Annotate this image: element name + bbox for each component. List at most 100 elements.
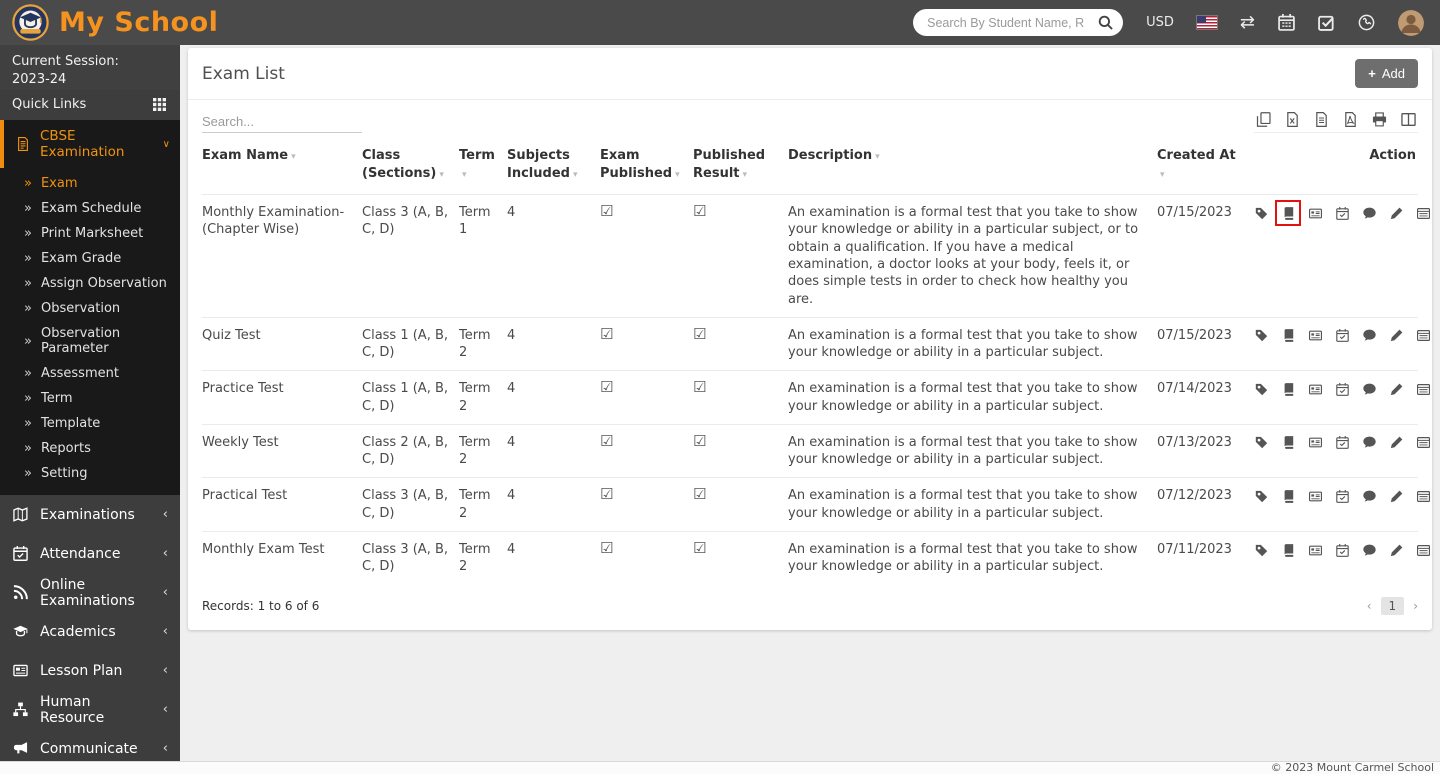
brand[interactable]: My School	[0, 4, 218, 41]
sort-icon[interactable]: ▾	[875, 152, 880, 162]
calendar-check-action-button[interactable]	[1333, 434, 1351, 452]
submenu-item[interactable]: » Observation	[0, 296, 180, 321]
sort-icon[interactable]: ▾	[439, 170, 444, 180]
sort-icon[interactable]: ▾	[573, 170, 578, 180]
table-action-button[interactable]	[1415, 434, 1433, 452]
tag-action-button[interactable]	[1252, 204, 1270, 222]
swap-arrows-icon[interactable]: ⇄	[1240, 14, 1255, 32]
page-title: Exam List	[202, 64, 285, 84]
id-card-action-button[interactable]	[1306, 541, 1324, 559]
table-action-button[interactable]	[1415, 327, 1433, 345]
edit-action-button[interactable]	[1388, 380, 1406, 398]
sidebar-item-communicate[interactable]: Communicate ‹	[0, 729, 180, 761]
comment-action-button[interactable]	[1361, 327, 1379, 345]
table-search-input[interactable]	[202, 111, 362, 133]
cell-class-sections: Class 1 (A, B, C, D)	[362, 371, 459, 425]
global-search-input[interactable]	[927, 16, 1098, 30]
columns-icon[interactable]	[1401, 112, 1416, 127]
file-pdf-icon[interactable]	[1343, 112, 1358, 127]
tag-action-button[interactable]	[1252, 380, 1270, 398]
tag-action-button[interactable]	[1252, 327, 1270, 345]
sidebar-item-examinations[interactable]: Examinations ‹	[0, 495, 180, 534]
sort-icon[interactable]: ▾	[743, 170, 748, 180]
add-button[interactable]: + Add	[1355, 59, 1418, 88]
calendar-check-icon	[1336, 207, 1349, 220]
calendar-check-action-button[interactable]	[1333, 380, 1351, 398]
edit-action-button[interactable]	[1388, 327, 1406, 345]
edit-action-button[interactable]	[1388, 541, 1406, 559]
edit-action-button[interactable]	[1388, 204, 1406, 222]
sort-icon[interactable]: ▾	[1160, 170, 1165, 180]
copy-icon[interactable]	[1256, 112, 1271, 127]
table-action-button[interactable]	[1415, 541, 1433, 559]
sidebar-item-academics[interactable]: Academics ‹	[0, 612, 180, 651]
submenu-item[interactable]: » Exam Schedule	[0, 196, 180, 221]
search-icon[interactable]	[1098, 15, 1113, 30]
currency-selector[interactable]: USD	[1146, 15, 1174, 30]
tag-action-button[interactable]	[1252, 434, 1270, 452]
quick-links[interactable]: Quick Links	[0, 90, 180, 120]
submenu-item[interactable]: » Template	[0, 411, 180, 436]
id-card-action-button[interactable]	[1306, 380, 1324, 398]
check-square-icon[interactable]	[1318, 14, 1335, 31]
calendar-check-action-button[interactable]	[1333, 327, 1351, 345]
comment-action-button[interactable]	[1361, 204, 1379, 222]
calendar-check-action-button[interactable]	[1333, 204, 1351, 222]
book-action-button[interactable]	[1279, 327, 1297, 345]
id-card-action-button[interactable]	[1306, 327, 1324, 345]
tag-action-button[interactable]	[1252, 487, 1270, 505]
whatsapp-icon[interactable]	[1358, 14, 1375, 31]
page-number[interactable]: 1	[1381, 597, 1405, 615]
id-card-action-button[interactable]	[1306, 434, 1324, 452]
file-excel-icon[interactable]	[1285, 112, 1300, 127]
edit-icon	[1390, 383, 1403, 396]
prev-page-button[interactable]: ‹	[1367, 599, 1372, 613]
id-card-action-button[interactable]	[1306, 487, 1324, 505]
chevron-down-icon: ∨	[163, 139, 170, 150]
submenu-item[interactable]: » Assign Observation	[0, 271, 180, 296]
sort-icon[interactable]: ▾	[462, 170, 467, 180]
submenu-item[interactable]: » Term	[0, 386, 180, 411]
submenu-item[interactable]: » Exam Grade	[0, 246, 180, 271]
submenu-item[interactable]: » Observation Parameter	[0, 321, 180, 361]
submenu-item[interactable]: » Setting	[0, 461, 180, 486]
avatar[interactable]	[1398, 10, 1424, 36]
chevron-left-icon: ‹	[163, 702, 168, 717]
comment-action-button[interactable]	[1361, 380, 1379, 398]
book-action-button[interactable]	[1279, 541, 1297, 559]
table-action-button[interactable]	[1415, 380, 1433, 398]
sidebar-item-lesson-plan[interactable]: Lesson Plan ‹	[0, 651, 180, 690]
tag-action-button[interactable]	[1252, 541, 1270, 559]
double-chevron-icon: »	[24, 366, 32, 381]
book-action-button[interactable]	[1279, 487, 1297, 505]
file-text-icon[interactable]	[1314, 112, 1329, 127]
sidebar-item-cbse-examination[interactable]: CBSE Examination ∨	[0, 120, 180, 168]
edit-action-button[interactable]	[1388, 487, 1406, 505]
book-action-button[interactable]	[1279, 434, 1297, 452]
sort-icon[interactable]: ▾	[291, 152, 296, 162]
calendar-check-action-button[interactable]	[1333, 487, 1351, 505]
book-action-button[interactable]	[1279, 204, 1297, 222]
menu-label: Communicate	[40, 741, 138, 757]
table-action-button[interactable]	[1415, 204, 1433, 222]
sidebar-item-human-resource[interactable]: Human Resource ‹	[0, 690, 180, 729]
print-icon[interactable]	[1372, 112, 1387, 127]
us-flag-icon[interactable]	[1197, 16, 1217, 29]
comment-action-button[interactable]	[1361, 541, 1379, 559]
edit-action-button[interactable]	[1388, 434, 1406, 452]
submenu-item[interactable]: » Assessment	[0, 361, 180, 386]
comment-action-button[interactable]	[1361, 487, 1379, 505]
submenu-item[interactable]: » Exam	[0, 171, 180, 196]
sidebar-item-online-examinations[interactable]: Online Examinations ‹	[0, 573, 180, 612]
sort-icon[interactable]: ▾	[675, 170, 680, 180]
comment-action-button[interactable]	[1361, 434, 1379, 452]
book-action-button[interactable]	[1279, 380, 1297, 398]
submenu-item[interactable]: » Print Marksheet	[0, 221, 180, 246]
table-action-button[interactable]	[1415, 487, 1433, 505]
calendar-icon[interactable]	[1278, 14, 1295, 31]
submenu-item[interactable]: » Reports	[0, 436, 180, 461]
next-page-button[interactable]: ›	[1413, 599, 1418, 613]
calendar-check-action-button[interactable]	[1333, 541, 1351, 559]
id-card-action-button[interactable]	[1306, 204, 1324, 222]
sidebar-item-attendance[interactable]: Attendance ‹	[0, 534, 180, 573]
